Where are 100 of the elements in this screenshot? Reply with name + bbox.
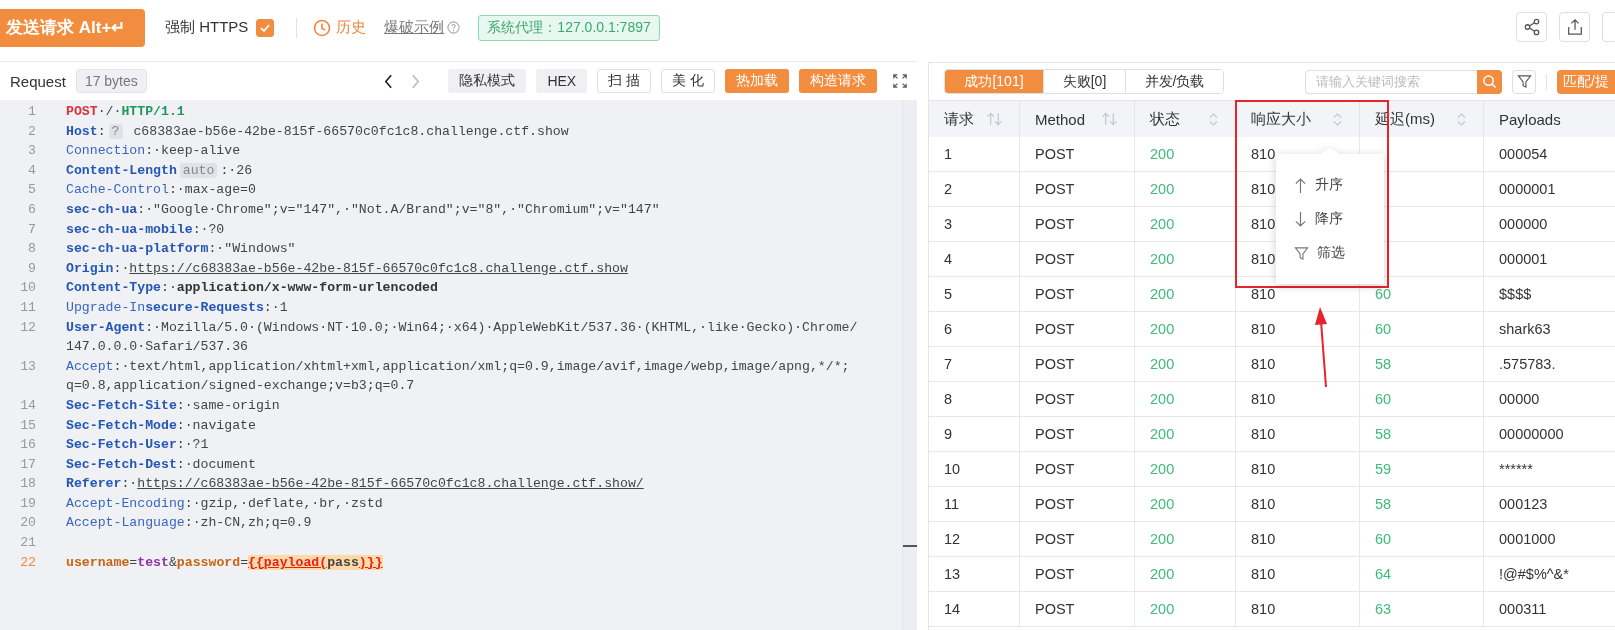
help-icon [447, 21, 461, 34]
table-cell: POST [1035, 181, 1075, 197]
force-https-label: 强制 HTTPS [165, 18, 249, 37]
table-cell: 6 [944, 321, 953, 337]
column-header: Method [1035, 110, 1086, 128]
line-number: 4 [27, 161, 36, 180]
table-cell: 810 [1251, 426, 1276, 442]
table-cell: 810 [1251, 566, 1276, 582]
share-button[interactable] [1516, 12, 1547, 42]
table-cell: 60 [1375, 321, 1392, 337]
upload-icon [1565, 18, 1584, 36]
table-cell: 200 [1150, 251, 1175, 267]
line-number: 10 [19, 279, 36, 298]
line-number: 8 [27, 240, 36, 259]
line-number: 9 [27, 259, 36, 278]
table-cell: POST [1035, 461, 1075, 477]
line-number: 22 [19, 553, 36, 572]
table-cell: 810 [1251, 251, 1276, 267]
table-cell: POST [1035, 286, 1075, 302]
table-cell: 2 [944, 181, 953, 197]
table-cell: !@#$%^&* [1499, 566, 1569, 582]
forward-icon[interactable] [411, 73, 421, 89]
code-text: Host: [66, 123, 106, 139]
code-text: Content-Type:·application/x-www-form-urlencoded [66, 280, 438, 296]
table-cell: 4 [944, 251, 953, 267]
table-cell: 810 [1251, 531, 1276, 547]
code-text: Accept-Language:·zh-CN,zh;q=0.9 [66, 515, 312, 531]
code-text: Referer:·https://c68383ae-b56e-42be-815f-66570c0fc1c8.challenge.ctf.show/ [66, 476, 644, 492]
menu-item[interactable]: 降序 [1276, 202, 1384, 236]
filter-button[interactable] [1512, 69, 1537, 94]
table-cell: POST [1035, 216, 1075, 232]
line-number: 21 [19, 534, 36, 553]
toolbar-button[interactable]: 扫 描 [597, 69, 652, 93]
table-cell: 64 [1375, 566, 1392, 582]
sort-icon[interactable] [1208, 111, 1219, 127]
down-arrow-icon [1294, 210, 1307, 228]
table-cell: 200 [1150, 356, 1175, 372]
table-cell: 200 [1150, 321, 1175, 337]
line-number: 12 [19, 318, 36, 337]
line-number: 3 [27, 142, 36, 161]
table-cell: 60 [1375, 286, 1392, 302]
table-cell: ****** [1499, 461, 1533, 477]
code-text: Sec-Fetch-Site:·same-origin [66, 397, 280, 413]
sort-icon[interactable] [1101, 112, 1118, 126]
table-cell: 3 [944, 216, 953, 232]
fullscreen-icon[interactable] [893, 74, 907, 88]
column-header: 响应大小 [1251, 109, 1311, 129]
table-cell: POST [1035, 251, 1075, 267]
table-cell: 810 [1251, 356, 1276, 372]
table-cell: POST [1035, 496, 1075, 512]
table-cell: 13 [944, 566, 961, 582]
sort-icon[interactable] [1332, 111, 1343, 127]
table-cell: 810 [1251, 146, 1276, 162]
menu-item[interactable]: 筛选 [1276, 236, 1384, 270]
table-cell: POST [1035, 531, 1075, 547]
back-icon[interactable] [384, 73, 394, 89]
table-cell: 9 [944, 426, 953, 442]
search-field[interactable]: 请输入关键词搜索 [1305, 69, 1478, 94]
proxy-badge: 系统代理：127.0.0.1:7897 [478, 14, 660, 41]
table-cell: 000311 [1499, 601, 1547, 617]
search-button[interactable] [1477, 69, 1503, 94]
filter-icon [1294, 245, 1309, 261]
table-cell: POST [1035, 601, 1075, 617]
table-cell: 000054 [1499, 146, 1548, 162]
table-cell: 200 [1150, 531, 1175, 547]
table-cell: 58 [1375, 496, 1392, 512]
code-text: Connection:·keep-alive [66, 143, 241, 159]
code-text: Accept:·text/html,application/xhtml+xml,application/xml;q=0.9,image/avif,image/webp,image/apng,*/*; [66, 358, 850, 374]
export-button[interactable] [1559, 12, 1590, 42]
toolbar-button[interactable]: HEX [536, 69, 588, 93]
table-cell: 000123 [1499, 496, 1548, 512]
up-arrow-icon [1294, 176, 1307, 194]
line-number: 14 [19, 396, 36, 415]
table-cell: 60 [1375, 391, 1392, 407]
example-link[interactable]: 爆破示例 [384, 18, 445, 37]
table-cell: $$$$ [1499, 286, 1532, 302]
table-cell: POST [1035, 566, 1075, 582]
menu-item[interactable]: 升序 [1276, 168, 1384, 202]
result-tab[interactable]: 并发/负载 [1125, 70, 1223, 93]
table-cell: shark63 [1499, 321, 1551, 337]
toolbar-button[interactable]: 美 化 [661, 69, 715, 93]
force-https-checkbox[interactable] [256, 18, 275, 37]
table-cell: 200 [1150, 566, 1175, 582]
line-number: 18 [19, 475, 36, 494]
toolbar-button[interactable]: 隐私模式 [448, 69, 527, 93]
line-number: 19 [19, 494, 36, 513]
code-text: User-Agent:·Mozilla/5.0·(Windows·NT·10.0;·Win64;·x64)·AppleWebKit/537.36·(KHTML,·like·Gecko)·Chrome/ [66, 319, 858, 335]
hint-badge: auto [179, 162, 218, 178]
table-cell: 200 [1150, 496, 1175, 512]
line-number: 6 [27, 200, 36, 219]
table-cell: 810 [1251, 286, 1276, 302]
table-cell: POST [1035, 426, 1075, 442]
table-cell: 60 [1375, 531, 1392, 547]
sort-icon[interactable] [986, 112, 1003, 126]
size-badge: 17 bytes [75, 69, 147, 93]
sort-icon[interactable] [1456, 111, 1467, 127]
table-cell: 12 [944, 531, 961, 547]
code-text: Cache-Control:·max-age=0 [66, 182, 256, 198]
table-cell: 810 [1251, 391, 1276, 407]
line-number: 17 [19, 455, 36, 474]
